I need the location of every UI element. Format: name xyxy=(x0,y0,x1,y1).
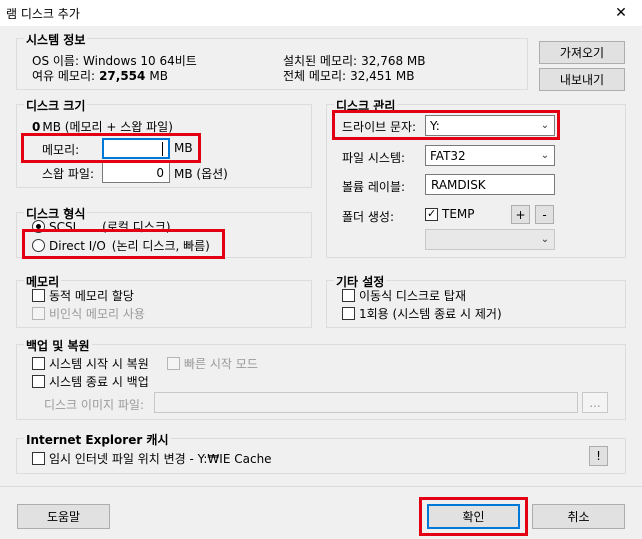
disk-manage-title: 디스크 관리 xyxy=(334,97,398,114)
image-file-label: 디스크 이미지 파일: xyxy=(44,398,144,412)
free-mem-label: 여유 메모리: xyxy=(32,69,96,83)
disk-total-suffix: MB (메모리 + 스왑 파일) xyxy=(42,120,173,134)
fs-select[interactable]: FAT32 ⌄ xyxy=(425,145,555,166)
free-mem-row: 여유 메모리: 27,554 MB xyxy=(32,67,168,84)
total-mem-row: 전체 메모리: 32,451 MB xyxy=(283,67,414,84)
free-mem-value: 27,554 xyxy=(99,68,146,83)
check-icon: ✓ xyxy=(427,206,437,220)
radio-direct-io[interactable]: Direct I/O (논리 디스크, 빠름) xyxy=(32,237,210,254)
footer-divider xyxy=(0,486,642,487)
drive-letter-value: Y: xyxy=(430,118,440,133)
import-button[interactable]: 가져오기 xyxy=(539,41,625,64)
radio-direct-label: Direct I/O xyxy=(49,238,106,253)
browse-button[interactable]: ... xyxy=(582,392,608,413)
once-checkbox[interactable]: 1회용 (시스템 종료 시 제거) xyxy=(342,305,502,322)
add-folder-button[interactable]: + xyxy=(511,205,530,224)
export-button[interactable]: 내보내기 xyxy=(539,68,625,91)
fs-value: FAT32 xyxy=(430,148,466,163)
paged-memory-checkbox[interactable]: 비인식 메모리 사용 xyxy=(32,305,145,322)
folder-label: 폴더 생성: xyxy=(342,210,395,224)
temp-folder-checkbox[interactable]: ✓ TEMP xyxy=(425,207,475,221)
temp-checkbox-label: TEMP xyxy=(442,207,475,221)
backup-box[interactable] xyxy=(32,375,45,388)
backup-checkbox[interactable]: 시스템 종료 시 백업 xyxy=(32,373,149,390)
installed-mem-value: 32,768 MB xyxy=(361,53,426,68)
drive-letter-label: 드라이브 문자: xyxy=(342,120,417,134)
system-info-title: 시스템 정보 xyxy=(24,31,88,48)
fast-start-box[interactable] xyxy=(167,357,180,370)
info-button[interactable]: ! xyxy=(589,446,608,466)
memory-input[interactable] xyxy=(102,138,170,159)
folder-select[interactable]: ⌄ xyxy=(425,229,555,250)
removable-label: 이동식 디스크로 탑재 xyxy=(359,289,466,303)
image-file-input[interactable] xyxy=(154,392,578,413)
disk-size-title: 디스크 크기 xyxy=(24,97,88,114)
temp-checkbox-box[interactable]: ✓ xyxy=(425,206,438,221)
ie-temp-checkbox[interactable]: 임시 인터넷 파일 위치 변경 - Y:₩IE Cache xyxy=(32,450,272,467)
window-title: 램 디스크 추가 xyxy=(6,7,80,21)
removable-box[interactable] xyxy=(342,289,355,302)
ie-temp-box[interactable] xyxy=(32,452,45,465)
dynamic-memory-checkbox[interactable]: 동적 메모리 할당 xyxy=(32,287,134,304)
memory-label: 메모리: xyxy=(42,143,80,157)
text-caret xyxy=(162,141,163,156)
restore-checkbox[interactable]: 시스템 시작 시 복원 xyxy=(32,355,149,372)
fs-label: 파일 시스템: xyxy=(342,151,406,165)
paged-memory-box[interactable] xyxy=(32,307,45,320)
close-button[interactable]: ✕ xyxy=(600,0,642,26)
swap-input[interactable]: 0 xyxy=(102,162,170,183)
radio-direct-desc: (논리 디스크, 빠름) xyxy=(111,239,210,253)
memory-unit: MB xyxy=(174,141,193,155)
ok-button[interactable]: 확인 xyxy=(427,504,520,529)
radio-scsi-label: SCSI xyxy=(49,219,77,234)
total-mem-value: 32,451 MB xyxy=(350,68,415,83)
close-icon: ✕ xyxy=(615,5,627,21)
radio-scsi[interactable]: SCSI (로컬 디스크) xyxy=(32,218,171,235)
radio-direct-circle[interactable] xyxy=(32,239,45,252)
fast-start-checkbox[interactable]: 빠른 시작 모드 xyxy=(167,355,258,372)
backup-title: 백업 및 복원 xyxy=(24,337,92,354)
ie-cache-title: Internet Explorer 캐시 xyxy=(24,431,171,448)
chevron-down-icon: ⌄ xyxy=(540,120,550,131)
radio-scsi-circle[interactable] xyxy=(32,220,45,233)
removable-checkbox[interactable]: 이동식 디스크로 탑재 xyxy=(342,287,466,304)
swap-label: 스왑 파일: xyxy=(42,167,95,181)
fast-start-label: 빠른 시작 모드 xyxy=(184,357,258,371)
chevron-down-icon: ⌄ xyxy=(540,150,550,161)
volume-input[interactable]: RAMDISK xyxy=(425,174,555,195)
disk-total-row: 0 MB (메모리 + 스왑 파일) xyxy=(32,118,173,135)
title-bar xyxy=(0,0,642,26)
paged-memory-label: 비인식 메모리 사용 xyxy=(49,307,145,321)
disk-total-value: 0 xyxy=(32,119,41,134)
dynamic-memory-label: 동적 메모리 할당 xyxy=(49,289,134,303)
ie-temp-label: 임시 인터넷 파일 위치 변경 - Y:₩IE Cache xyxy=(49,452,272,466)
remove-folder-button[interactable]: - xyxy=(535,205,554,224)
swap-unit: MB (옵션) xyxy=(174,167,228,181)
restore-label: 시스템 시작 시 복원 xyxy=(49,357,149,371)
drive-letter-select[interactable]: Y: ⌄ xyxy=(425,115,555,136)
chevron-down-icon: ⌄ xyxy=(540,234,550,245)
once-label: 1회용 (시스템 종료 시 제거) xyxy=(359,307,502,321)
free-mem-unit: MB xyxy=(149,68,168,83)
once-box[interactable] xyxy=(342,307,355,320)
dynamic-memory-box[interactable] xyxy=(32,289,45,302)
help-button[interactable]: 도움말 xyxy=(17,504,110,529)
total-mem-label: 전체 메모리: xyxy=(283,69,347,83)
backup-label: 시스템 종료 시 백업 xyxy=(49,375,149,389)
restore-box[interactable] xyxy=(32,357,45,370)
radio-scsi-desc: (로컬 디스크) xyxy=(102,220,171,234)
cancel-button[interactable]: 취소 xyxy=(532,504,625,529)
volume-label: 볼륨 레이블: xyxy=(342,180,406,194)
